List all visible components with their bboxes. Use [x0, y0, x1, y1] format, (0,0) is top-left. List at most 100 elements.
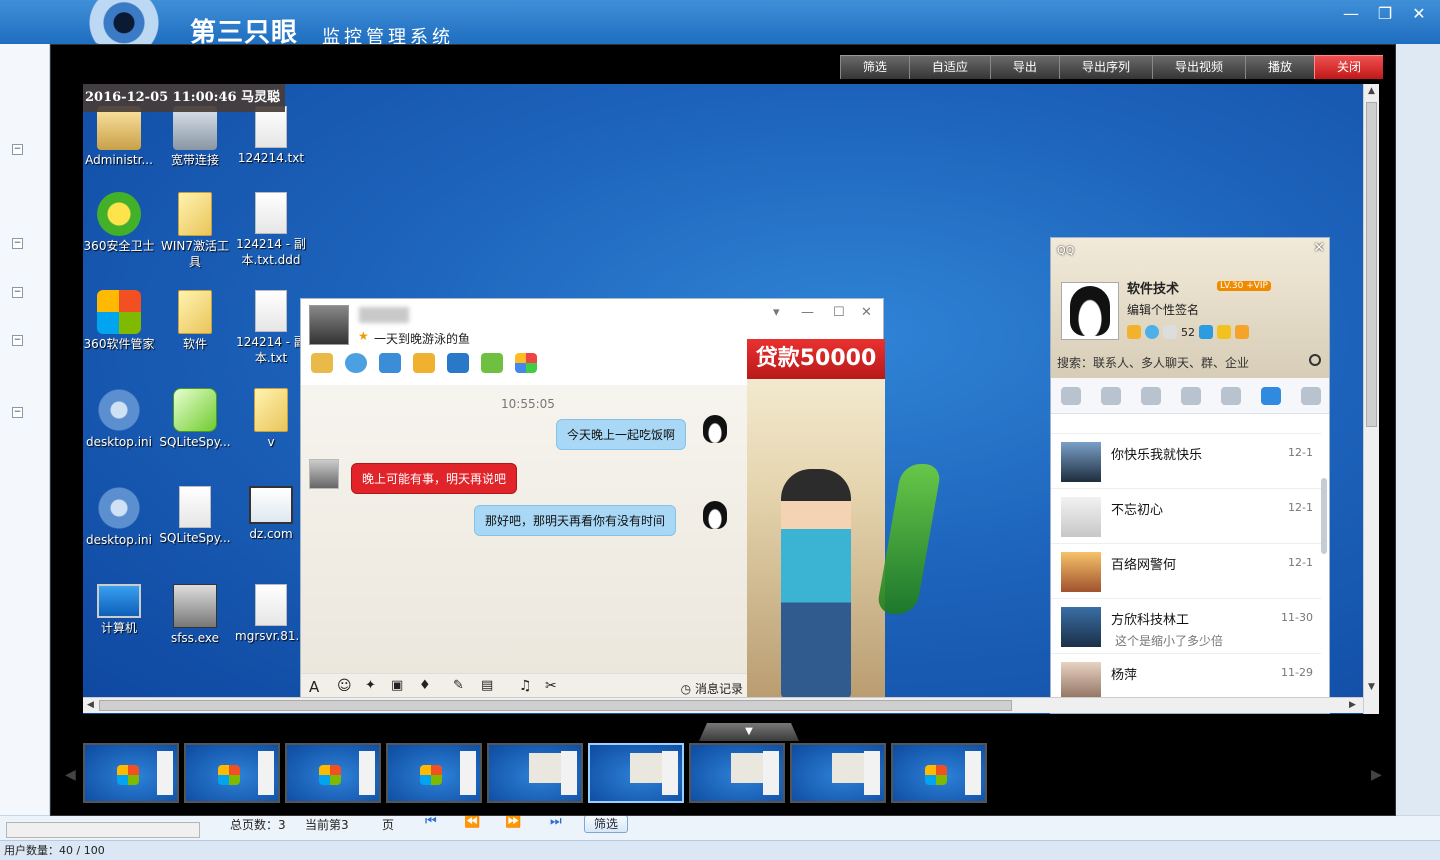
apps-icon[interactable] [515, 353, 537, 373]
qq-signature[interactable]: 编辑个性签名 [1127, 301, 1199, 318]
scroll-up-icon[interactable]: ▲ [1368, 86, 1375, 96]
tab-discover[interactable] [1181, 386, 1201, 405]
qq-search-input[interactable]: 搜索：联系人、多人聊天、群、企业 [1057, 354, 1249, 371]
app-icon[interactable] [1199, 325, 1213, 339]
video-call-icon[interactable] [345, 353, 367, 373]
tree-expand-icon[interactable]: − [12, 144, 23, 155]
desktop-icon[interactable]: mgrsvr.81... [233, 584, 309, 644]
thumbnails-prev-icon[interactable]: ◀ [65, 767, 76, 783]
edit-icon[interactable]: ✎ [453, 678, 464, 693]
level-icon[interactable] [1127, 325, 1141, 339]
thumbnail[interactable] [184, 743, 280, 803]
tree-expand-icon[interactable]: − [12, 407, 23, 418]
list-item[interactable]: 你快乐我就快乐 12-1 [1051, 434, 1321, 489]
group-chat-icon[interactable] [481, 353, 503, 373]
close-icon[interactable]: ✕ [1313, 240, 1325, 256]
desktop-icon[interactable]: 360安全卫士 [83, 192, 157, 254]
first-page-icon[interactable]: ⏮ [425, 814, 437, 829]
tab-recent[interactable] [1261, 386, 1281, 405]
export-sequence-button[interactable]: 导出序列 [1058, 55, 1152, 79]
desktop-icon[interactable]: WIN7激活工具 [157, 192, 233, 270]
maximize-button[interactable]: ❐ [1368, 0, 1402, 30]
microphone-icon[interactable]: ♦ [419, 678, 431, 693]
desktop-icon[interactable]: SQLiteSpy... [157, 388, 233, 450]
tab-device[interactable] [1301, 386, 1321, 405]
prev-page-icon[interactable]: ⏪ [464, 814, 480, 829]
mail-icon[interactable] [1163, 325, 1177, 339]
last-page-icon[interactable]: ⏭ [550, 814, 562, 829]
ad-banner[interactable]: 贷款50000 [747, 339, 885, 379]
desktop-icon[interactable]: 360软件管家 [83, 290, 157, 352]
scroll-right-icon[interactable]: ▶ [1349, 700, 1356, 710]
screen-share-icon[interactable] [379, 353, 401, 373]
list-item[interactable]: 不忘初心 12-1 [1051, 489, 1321, 544]
list-item[interactable]: 方欣科技林工 11-30 这个是缩小了多少倍 [1051, 599, 1321, 654]
game-icon[interactable] [1235, 325, 1249, 339]
contacts-scrollbar[interactable] [1321, 478, 1327, 554]
pager-filter-button[interactable]: 筛选 [584, 815, 628, 833]
play-button[interactable]: 播放 [1244, 55, 1314, 79]
qzone-icon[interactable] [1145, 325, 1159, 339]
search-icon[interactable] [1309, 354, 1321, 366]
file-transfer-icon[interactable] [413, 353, 435, 373]
close-icon[interactable]: ✕ [861, 305, 872, 320]
maximize-icon[interactable]: ☐ [833, 305, 845, 320]
export-button[interactable]: 导出 [989, 55, 1059, 79]
tab-favorites[interactable] [1101, 386, 1121, 405]
voice-call-icon[interactable] [311, 353, 333, 373]
close-viewer-button[interactable]: 关闭 [1313, 55, 1383, 79]
emoji-icon[interactable]: ☺ [337, 678, 352, 694]
filter-button[interactable]: 筛选 [839, 55, 909, 79]
desktop-icon[interactable]: 宽带连接 [157, 106, 233, 168]
desktop-icon[interactable]: Administr... [83, 106, 157, 168]
next-page-icon[interactable]: ⏩ [505, 814, 521, 829]
tab-contacts[interactable] [1061, 386, 1081, 405]
music-icon[interactable]: ♫ [519, 678, 532, 694]
scroll-thumb[interactable] [1366, 102, 1377, 427]
remote-desktop-icon[interactable] [447, 353, 469, 373]
image-icon[interactable]: ▤ [481, 678, 493, 693]
scroll-left-icon[interactable]: ◀ [87, 700, 94, 710]
thumbnail[interactable] [689, 743, 785, 803]
message-history-link[interactable]: ◷ 消息记录 [681, 680, 743, 697]
desktop-icon[interactable]: 软件 [157, 290, 233, 352]
fit-button[interactable]: 自适应 [908, 55, 990, 79]
desktop-icon[interactable]: 124214 - 副本.txt.ddd [233, 192, 309, 268]
horizontal-scrollbar[interactable]: ◀ ▶ [83, 697, 1363, 713]
vertical-scrollbar[interactable]: ▲ ▼ [1363, 84, 1379, 714]
desktop-icon[interactable]: v [233, 388, 309, 450]
shake-icon[interactable]: ✦ [365, 678, 376, 693]
desktop-icon[interactable]: dz.com [233, 486, 309, 542]
tab-groups[interactable] [1141, 386, 1161, 405]
thumbnails-next-icon[interactable]: ▶ [1371, 767, 1382, 783]
minimize-button[interactable]: — [1334, 0, 1368, 30]
tree-expand-icon[interactable]: − [12, 287, 23, 298]
thumbnail[interactable] [487, 743, 583, 803]
minimize-icon[interactable]: — [801, 305, 814, 320]
tree-horizontal-scrollbar[interactable] [6, 822, 200, 838]
desktop-icon[interactable]: SQLiteSpy... [157, 486, 233, 546]
wallet-icon[interactable] [1217, 325, 1231, 339]
thumbnail[interactable] [83, 743, 179, 803]
thumbnail[interactable] [891, 743, 987, 803]
chevron-down-icon[interactable]: ▾ [773, 305, 780, 320]
desktop-icon[interactable]: sfss.exe [157, 584, 233, 646]
scissors-icon[interactable]: ✂ [545, 678, 557, 694]
contact-avatar[interactable] [309, 305, 349, 345]
desktop-icon[interactable]: desktop.ini [83, 388, 157, 450]
desktop-icon[interactable]: 124214 - 副本.txt [233, 290, 309, 366]
tree-expand-icon[interactable]: − [12, 238, 23, 249]
list-item[interactable]: 百络网警何 12-1 [1051, 544, 1321, 599]
thumbnail[interactable] [386, 743, 482, 803]
qq-avatar[interactable] [1061, 282, 1119, 340]
thumbnail[interactable] [285, 743, 381, 803]
desktop-icon[interactable]: 124214.txt [233, 106, 309, 166]
tree-expand-icon[interactable]: − [12, 335, 23, 346]
desktop-icon[interactable]: desktop.ini [83, 486, 157, 548]
desktop-icon[interactable]: 计算机 [83, 584, 157, 636]
list-item[interactable] [1051, 414, 1321, 434]
collapse-thumbnails-button[interactable]: ▼ [699, 723, 799, 741]
thumbnail-selected[interactable] [588, 743, 684, 803]
chat-ad-panel[interactable]: 贷款50000 [747, 339, 885, 701]
thumbnail[interactable] [790, 743, 886, 803]
